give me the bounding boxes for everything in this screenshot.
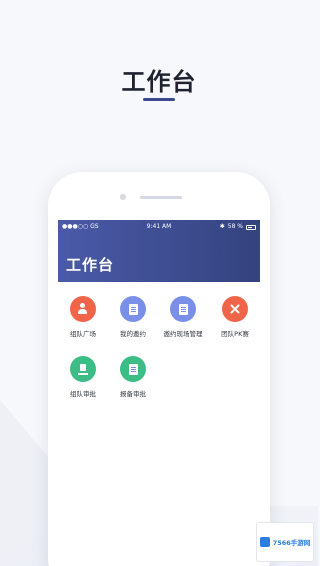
report-document-icon — [120, 356, 146, 382]
tile-invitation-onsite-management[interactable]: 邀约现场管理 — [158, 296, 208, 352]
app-title: 工作台 — [66, 256, 115, 274]
crossed-swords-icon — [222, 296, 248, 322]
tile-label: 组队广场 — [70, 330, 96, 338]
tile-team-square[interactable]: 组队广场 — [58, 296, 108, 352]
tile-label: 团队PK赛 — [221, 330, 249, 338]
document-settings-icon — [170, 296, 196, 322]
team-person-icon — [70, 296, 96, 322]
battery-icon — [246, 224, 256, 230]
upload-icon — [70, 356, 96, 382]
phone-screen: ●●●○○ GS 9:41 AM ✱ 58 % 工作台 组队广场 我的邀约 邀约… — [58, 220, 260, 566]
status-bar: ●●●○○ GS 9:41 AM ✱ 58 % — [58, 220, 260, 234]
tile-team-pk[interactable]: 团队PK赛 — [210, 296, 260, 352]
watermark-logo-icon — [259, 537, 270, 547]
phone-camera — [120, 194, 126, 200]
phone-speaker — [140, 196, 182, 199]
tile-label: 我的邀约 — [120, 330, 146, 338]
document-icon — [120, 296, 146, 322]
tile-report-approval[interactable]: 报备审批 — [108, 356, 158, 412]
tile-my-invitations[interactable]: 我的邀约 — [108, 296, 158, 352]
status-right: ✱ 58 % — [220, 220, 256, 234]
tile-label: 报备审批 — [120, 390, 146, 398]
page-title: 工作台 — [121, 68, 197, 96]
tile-label: 组队审批 — [70, 390, 96, 398]
title-underline — [143, 98, 175, 101]
bluetooth-icon: ✱ — [219, 223, 225, 230]
app-header: ●●●○○ GS 9:41 AM ✱ 58 % 工作台 — [58, 220, 260, 282]
watermark-text: 7566手游网 — [272, 539, 311, 547]
tile-team-approval[interactable]: 组队审批 — [58, 356, 108, 412]
site-watermark: 7566手游网 — [256, 522, 314, 562]
battery-percent: 58 % — [227, 223, 243, 230]
tile-label: 邀约现场管理 — [163, 330, 203, 338]
phone-mockup: ●●●○○ GS 9:41 AM ✱ 58 % 工作台 组队广场 我的邀约 邀约… — [48, 172, 270, 566]
